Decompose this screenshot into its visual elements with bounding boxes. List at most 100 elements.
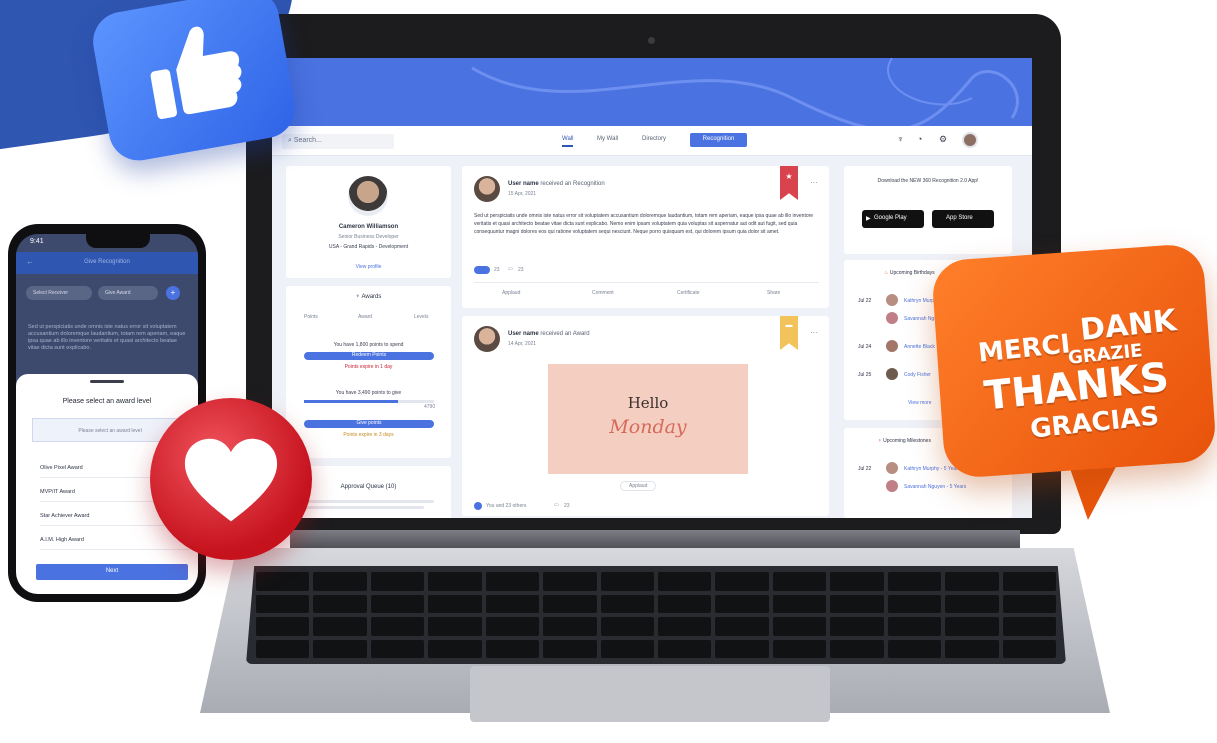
tab-recognition[interactable]: Recognition (690, 133, 747, 147)
redeem-points-button[interactable]: Redeem Points (304, 352, 434, 360)
tab-levels[interactable]: Levels (414, 314, 428, 320)
google-play-badge[interactable]: ▶ Google Play (862, 210, 924, 228)
keyboard-key (830, 639, 884, 658)
give-total: 4790 (424, 404, 436, 410)
birthday-name[interactable]: Annette Black (904, 344, 935, 350)
tab-points[interactable]: Points (304, 314, 318, 320)
profile-name: Cameron Williamson (338, 224, 399, 230)
keyboard-key (887, 594, 942, 613)
next-button[interactable]: Next (36, 564, 188, 580)
award-option[interactable]: A.I.M. High Award (40, 532, 190, 550)
keyboard-key (715, 572, 769, 591)
image-subtitle: Monday (609, 416, 687, 438)
keyboard-key (313, 639, 367, 658)
banner-swirl (471, 58, 1019, 126)
post-user[interactable]: User name (508, 331, 539, 337)
milestone-name[interactable]: Savannah Nguyen - 5 Years (904, 484, 966, 490)
keyboard-key (428, 572, 482, 591)
milestone-avatar (886, 462, 898, 474)
google-play-label: Google Play (874, 215, 907, 221)
applaud-button[interactable]: Applaud (502, 290, 520, 296)
birthday-date: Jul 25 (858, 372, 872, 378)
milestones-title: Upcoming Milestones (883, 438, 931, 444)
user-avatar[interactable] (962, 132, 978, 148)
keyboard-key (945, 639, 999, 658)
feed-post: User name received an Award 14 Apr, 2021… (462, 316, 829, 516)
phone-notch (86, 234, 150, 248)
milestone-name[interactable]: Kathryn Murphy - 5 Years (904, 466, 960, 472)
queue-line (304, 500, 434, 503)
give-award-chip[interactable]: Give Award (98, 286, 158, 300)
header-banner (272, 58, 1032, 126)
phone-screen: 9:41 ← Give Recognition Select Receiver … (16, 234, 198, 594)
post-image: Hello Monday (548, 364, 748, 474)
add-icon[interactable]: + (166, 286, 180, 300)
trophy-icon[interactable]: ♆ (897, 134, 904, 144)
certificate-button[interactable]: Certificate (677, 290, 700, 296)
keyboard-key (830, 617, 884, 636)
phone-time: 9:41 (30, 238, 44, 245)
sheet-title: Please select an award level (62, 398, 152, 405)
keyboard-key (887, 572, 942, 591)
app-store-label: App Store (946, 215, 973, 221)
birthday-avatar (886, 312, 898, 324)
points-to-give: You have 3,490 points to give (335, 390, 402, 396)
profile-card: Cameron Williamson Senior Business Devel… (286, 166, 451, 278)
keyboard-key (830, 594, 884, 613)
search-icon: ⌕ (288, 137, 292, 144)
download-text: Download the NEW 360 Recognition 2.0 App… (877, 178, 979, 184)
view-more-link[interactable]: View more (908, 400, 932, 406)
keyboard-key (657, 617, 712, 636)
post-avatar (474, 326, 500, 352)
laptop-camera (648, 37, 655, 44)
keyboard-key (772, 617, 827, 636)
keyboard-key (485, 572, 540, 591)
app-store-badge[interactable]: App Store (932, 210, 994, 228)
keyboard-key (600, 572, 654, 591)
tab-wall[interactable]: Wall (562, 136, 574, 147)
birthdays-title: Upcoming Birthdays (889, 270, 935, 276)
birthday-name[interactable]: Cody Fisher (904, 372, 931, 378)
more-icon[interactable]: ··· (810, 328, 818, 337)
birthday-avatar (886, 340, 898, 352)
post-body: Sed ut perspiciatis unde omnis iste natu… (474, 213, 814, 235)
thumbs-up-icon (150, 26, 242, 119)
milestone-avatar (886, 480, 898, 492)
reaction-icons (474, 266, 490, 274)
reaction-count: 23 (494, 267, 500, 273)
tab-my-wall[interactable]: My Wall (597, 136, 618, 142)
milestones-header: ♆ Upcoming Milestones (878, 438, 931, 444)
keyboard-key (256, 594, 310, 613)
keyboard-key (1002, 617, 1056, 636)
share-button[interactable]: Share (767, 290, 780, 296)
keyboard-key (370, 617, 425, 636)
keyboard-key (945, 572, 999, 591)
keyboard-key (543, 639, 597, 658)
view-profile-link[interactable]: View profile (286, 264, 451, 270)
select-receiver-chip[interactable]: Select Receiver (26, 286, 92, 300)
points-expire-2: Points expire in 3 days (343, 432, 394, 438)
tab-directory[interactable]: Directory (642, 136, 666, 142)
tab-award[interactable]: Award (358, 314, 372, 320)
laptop-trackpad (470, 666, 830, 722)
sheet-handle[interactable] (90, 380, 124, 383)
search-input[interactable]: ⌕ Search... (282, 134, 394, 149)
keyboard-key (600, 639, 654, 658)
give-points-button[interactable]: Give points (304, 420, 434, 428)
gear-icon[interactable]: ⚙ (939, 134, 947, 145)
heart-icon (184, 438, 278, 522)
reaction-footer: You and 23 others (486, 503, 527, 509)
applaud-button[interactable]: Applaud (620, 481, 657, 491)
more-icon[interactable]: ··· (810, 178, 818, 187)
birthday-avatar (886, 368, 898, 380)
keyboard-key (256, 617, 310, 636)
keyboard-key (600, 617, 654, 636)
reaction-icon (474, 502, 482, 510)
comment-icon: ▭ (508, 266, 513, 272)
post-action: received an Recognition (540, 181, 605, 187)
bell-icon[interactable]: ◔ (917, 134, 922, 144)
keyboard-key (830, 572, 884, 591)
post-user[interactable]: User name (508, 181, 539, 187)
comment-button[interactable]: Comment (592, 290, 614, 296)
keyboard-key (772, 594, 827, 613)
